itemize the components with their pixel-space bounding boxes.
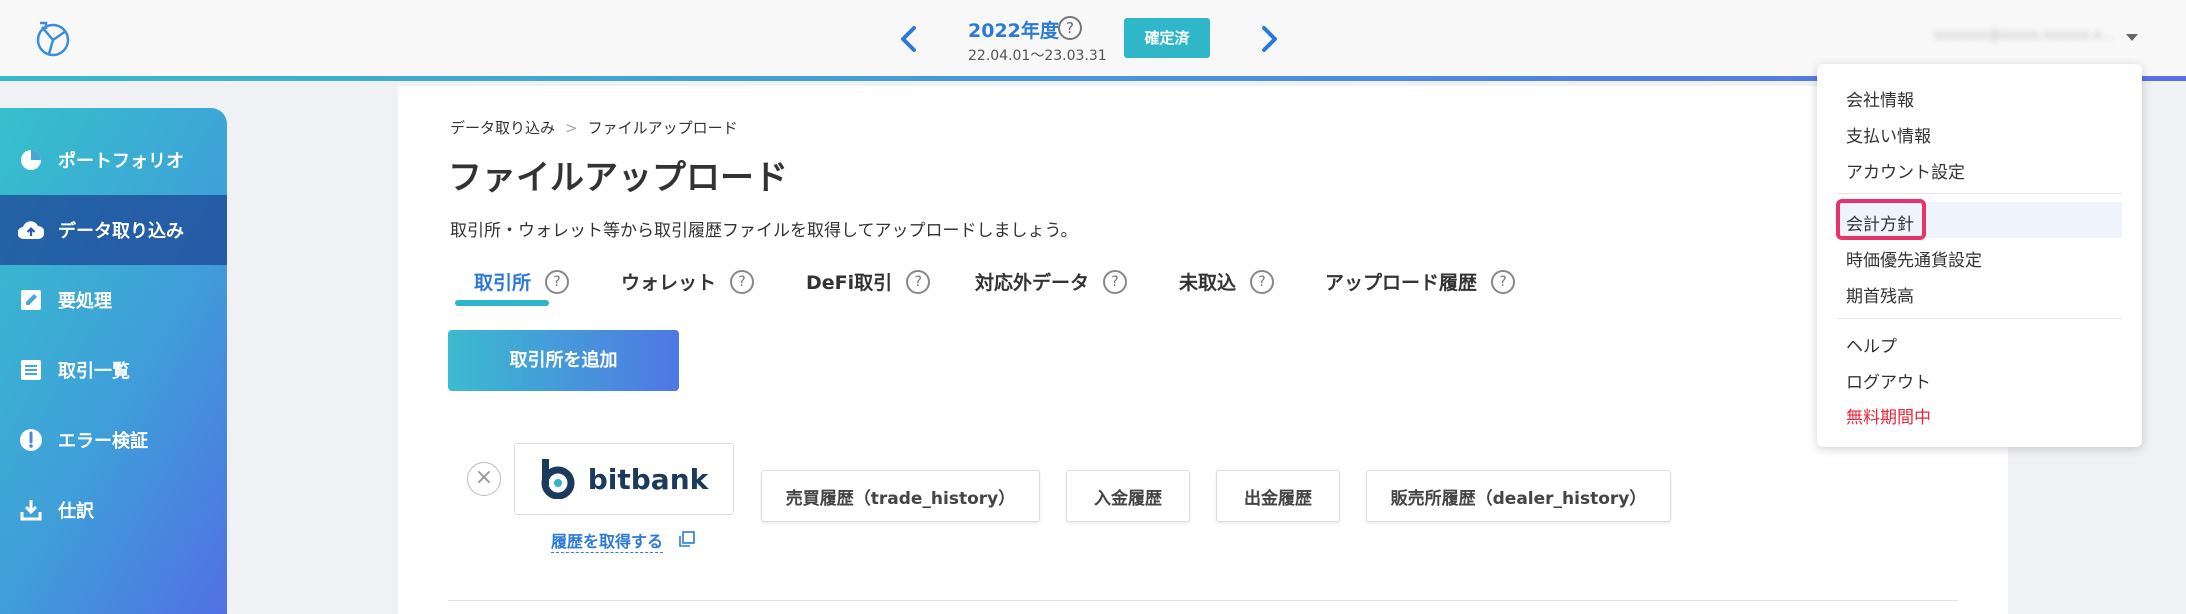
menu-item-opening-balance[interactable]: 期首残高 [1846, 282, 1914, 307]
sidebar-item-label: 要処理 [58, 291, 112, 312]
help-icon[interactable]: ? [1491, 269, 1516, 294]
get-history-link[interactable]: 履歴を取得する [551, 528, 664, 553]
fiscal-period: 22.04.01〜23.03.31 [968, 48, 1107, 64]
external-link-icon[interactable] [679, 531, 695, 547]
tab-label: ウォレット [621, 272, 717, 294]
app-logo-icon[interactable] [32, 17, 74, 59]
sidebar: ポートフォリオ データ取り込み 要処理 取引一覧 エラー検証 仕訳 [0, 108, 227, 614]
menu-item-priority-currency[interactable]: 時価優先通貨設定 [1846, 246, 1982, 271]
tab-label: DeFi取引 [806, 272, 893, 294]
breadcrumb-current: ファイルアップロード [587, 119, 738, 137]
help-icon[interactable]: ? [1103, 269, 1128, 294]
withdrawal-history-button[interactable]: 出金履歴 [1216, 470, 1340, 522]
menu-divider [1837, 318, 2122, 319]
page-description: 取引所・ウォレット等から取引履歴ファイルを取得してアップロードしましょう。 [450, 221, 1078, 241]
fiscal-year-label: 2022年度 [968, 20, 1059, 42]
sidebar-item-action-required[interactable]: 要処理 [0, 265, 227, 335]
active-tab-indicator [455, 300, 549, 306]
next-year-icon[interactable] [1254, 22, 1284, 56]
sidebar-item-label: 仕訳 [58, 501, 94, 522]
menu-divider [1837, 193, 2122, 194]
sidebar-item-transactions[interactable]: 取引一覧 [0, 335, 227, 405]
tab-defi[interactable]: DeFi取引? [806, 268, 931, 295]
tab-wallet[interactable]: ウォレット? [621, 268, 755, 295]
dealer-history-button[interactable]: 販売所履歴（dealer_history） [1366, 470, 1671, 522]
sidebar-item-journal[interactable]: 仕訳 [0, 475, 227, 545]
add-exchange-button[interactable]: 取引所を追加 [448, 330, 679, 391]
chevron-down-icon[interactable] [2126, 34, 2138, 41]
help-icon[interactable]: ? [906, 269, 931, 294]
tab-unsupported-data[interactable]: 対応外データ? [975, 268, 1128, 295]
alert-icon [18, 427, 44, 453]
menu-item-account-settings[interactable]: アカウント設定 [1846, 158, 1965, 183]
tab-label: 対応外データ [975, 272, 1090, 294]
sidebar-item-error-check[interactable]: エラー検証 [0, 405, 227, 475]
trade-history-button[interactable]: 売買履歴（trade_history） [761, 470, 1040, 522]
pie-chart-icon [18, 147, 44, 173]
page-title: ファイルアップロード [448, 158, 788, 198]
tab-label: 取引所 [474, 272, 532, 294]
menu-item-company-info[interactable]: 会社情報 [1846, 86, 1914, 111]
deposit-history-button[interactable]: 入金履歴 [1066, 470, 1190, 522]
cloud-upload-icon [18, 217, 44, 243]
tab-exchange[interactable]: 取引所? [474, 268, 570, 295]
list-icon [18, 357, 44, 383]
menu-item-payment-info[interactable]: 支払い情報 [1846, 122, 1931, 147]
sidebar-item-label: エラー検証 [58, 431, 148, 452]
help-icon[interactable]: ? [730, 269, 755, 294]
breadcrumb-separator: > [565, 119, 578, 137]
download-icon [18, 497, 44, 523]
account-dropdown-menu: 会社情報 支払い情報 アカウント設定 会計方針 時価優先通貨設定 期首残高 ヘル… [1817, 64, 2142, 447]
sidebar-item-label: 取引一覧 [58, 361, 130, 382]
menu-item-help[interactable]: ヘルプ [1846, 332, 1897, 357]
status-badge: 確定済 [1124, 18, 1210, 58]
sidebar-item-portfolio[interactable]: ポートフォリオ [0, 125, 227, 195]
scrollbar[interactable] [2168, 86, 2186, 614]
exchange-logo-text: bitbank [587, 462, 709, 496]
previous-year-icon[interactable] [894, 22, 924, 56]
tab-upload-history[interactable]: アップロード履歴? [1325, 268, 1516, 295]
tab-label: 未取込 [1179, 272, 1237, 294]
help-icon[interactable]: ? [545, 269, 570, 294]
annotation-highlight-box [1836, 199, 1926, 240]
remove-exchange-icon[interactable]: × [467, 462, 501, 496]
sidebar-item-data-import[interactable]: データ取り込み [0, 195, 227, 265]
help-icon[interactable]: ? [1058, 16, 1082, 40]
breadcrumb: データ取り込み > ファイルアップロード [450, 117, 738, 138]
user-account-name[interactable]: xxxxxxx@xxxxx.xxxxxx.x... [1934, 28, 2114, 46]
bitbank-logo-icon [541, 459, 575, 499]
menu-item-logout[interactable]: ログアウト [1846, 368, 1931, 393]
tab-not-imported[interactable]: 未取込? [1179, 268, 1275, 295]
help-icon[interactable]: ? [1250, 269, 1275, 294]
sidebar-item-label: データ取り込み [58, 221, 184, 242]
exchange-card: bitbank [514, 443, 734, 515]
trial-status-label: 無料期間中 [1846, 408, 1931, 428]
section-divider [448, 600, 1958, 601]
edit-icon [18, 287, 44, 313]
breadcrumb-data-import[interactable]: データ取り込み [450, 119, 555, 137]
sidebar-item-label: ポートフォリオ [58, 151, 184, 172]
tab-label: アップロード履歴 [1325, 272, 1478, 294]
